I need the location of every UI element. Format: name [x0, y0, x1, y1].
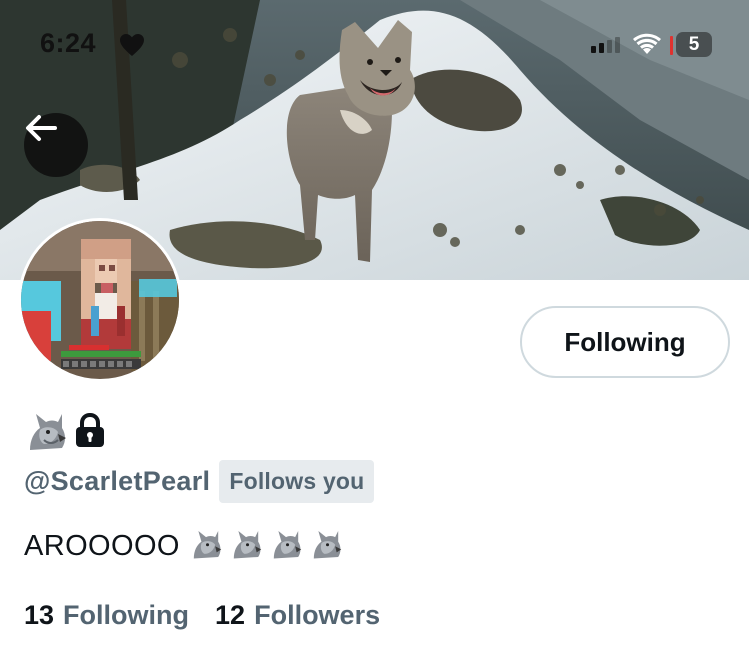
follows-you-badge: Follows you — [219, 460, 375, 503]
followers-count-link[interactable]: 12 Followers — [215, 600, 380, 631]
back-arrow-icon — [26, 115, 57, 141]
following-count: 13 — [24, 600, 55, 630]
following-count-link[interactable]: 13 Following — [24, 600, 189, 631]
following-label: Following — [63, 600, 190, 630]
follow-stats: 13 Following 12 Followers — [24, 600, 380, 631]
profile-bio: AROOOOO — [24, 528, 346, 565]
handle-row: @ScarletPearl Follows you — [24, 460, 375, 503]
lock-icon — [74, 412, 106, 454]
wolf-icon — [189, 528, 223, 565]
avatar[interactable] — [18, 218, 182, 382]
wolf-icon — [229, 528, 263, 565]
avatar-pixel-character — [21, 221, 179, 379]
bio-text: AROOOOO — [24, 530, 180, 562]
wolf-icon — [309, 528, 343, 565]
cellular-signal-icon — [591, 37, 620, 53]
recording-indicator — [670, 36, 673, 55]
followers-count: 12 — [215, 600, 246, 630]
back-button[interactable] — [24, 113, 88, 177]
username-handle: @ScarletPearl — [24, 466, 211, 496]
wolf-icon — [24, 410, 68, 457]
wolf-icon — [269, 528, 303, 565]
battery-indicator: 5 — [676, 32, 712, 57]
followers-label: Followers — [254, 600, 381, 630]
display-name — [24, 410, 106, 457]
following-button[interactable]: Following — [520, 306, 730, 378]
status-time: 6:24 — [40, 28, 97, 58]
